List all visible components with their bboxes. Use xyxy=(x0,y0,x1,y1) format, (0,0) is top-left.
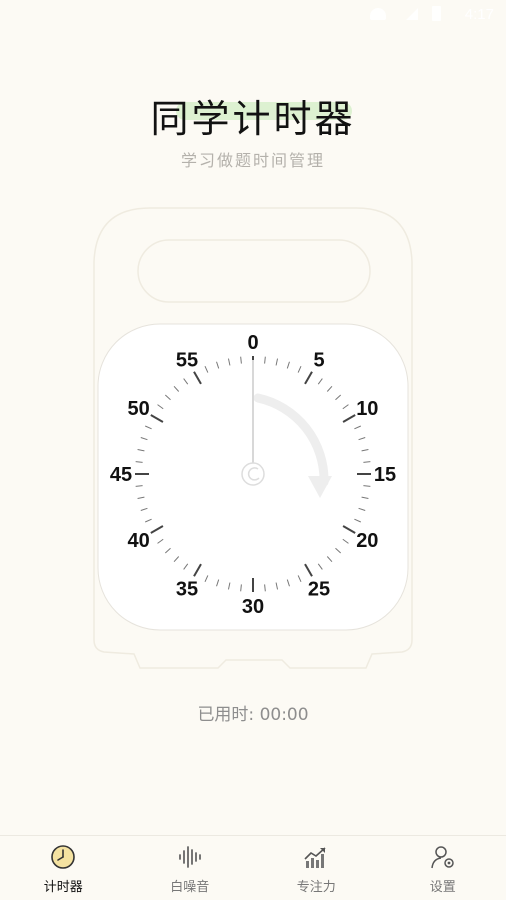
chart-icon xyxy=(304,847,326,868)
timer-handle-slot xyxy=(137,239,371,303)
nav-item-focus[interactable]: 专注力 xyxy=(253,836,380,900)
timer-graphic[interactable]: 0 5 10 15 20 25 30 35 40 45 50 55 xyxy=(0,0,506,700)
dial-label-45: 45 xyxy=(110,464,132,486)
dial-label-40: 40 xyxy=(128,530,150,552)
dial-label-15: 15 xyxy=(374,464,396,486)
dial-label-0: 0 xyxy=(247,332,258,354)
timer-center-knob[interactable] xyxy=(241,462,265,486)
dial-label-55: 55 xyxy=(176,350,198,372)
dial-label-50: 50 xyxy=(128,398,150,420)
clock-icon xyxy=(51,845,76,869)
settings-person-icon xyxy=(431,846,454,869)
nav-label-settings: 设置 xyxy=(429,880,456,895)
dial-label-10: 10 xyxy=(356,398,378,420)
soundwave-icon xyxy=(178,846,201,868)
nav-item-settings[interactable]: 设置 xyxy=(380,836,506,900)
dial-label-30: 30 xyxy=(242,596,264,618)
dial-label-20: 20 xyxy=(356,530,378,552)
nav-label-focus: 专注力 xyxy=(296,880,336,895)
nav-label-timer: 计时器 xyxy=(43,880,83,895)
nav-item-white-noise[interactable]: 白噪音 xyxy=(127,836,254,900)
bottom-nav: 计时器 白噪音 专注力 设置 xyxy=(0,835,506,900)
nav-label-white-noise: 白噪音 xyxy=(170,880,210,895)
dial-label-35: 35 xyxy=(176,578,198,600)
dial-label-25: 25 xyxy=(308,578,330,600)
elapsed-time: 已用时: 00:00 xyxy=(197,705,309,725)
dial-label-5: 5 xyxy=(313,350,324,372)
nav-item-timer[interactable]: 计时器 xyxy=(0,836,127,900)
